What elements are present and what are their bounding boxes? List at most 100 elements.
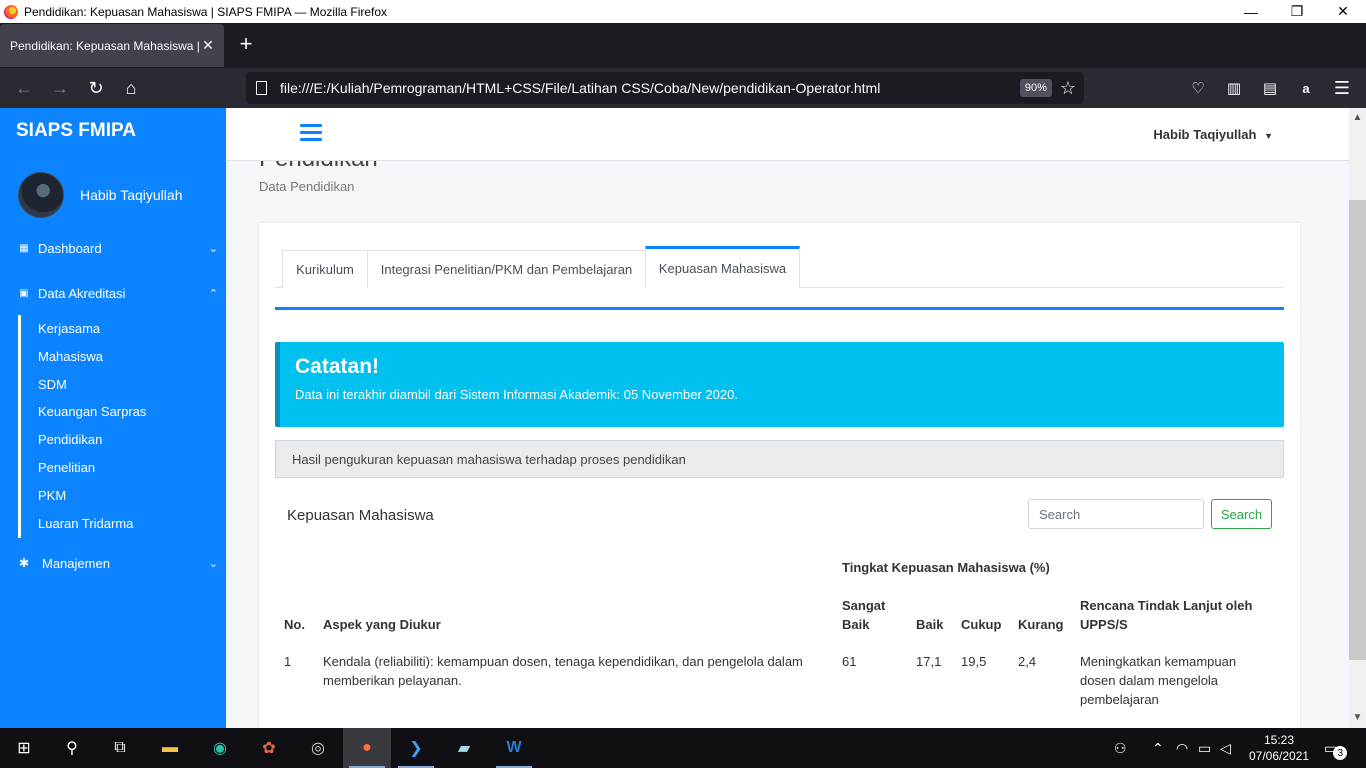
calendar-icon: ▣ bbox=[19, 287, 29, 299]
scroll-up-arrow-icon[interactable]: ▲ bbox=[1349, 112, 1366, 123]
column-header-no: No. bbox=[284, 617, 305, 632]
url-bar[interactable]: file:///E:/Kuliah/Pemrograman/HTML+CSS/F… bbox=[246, 72, 1084, 104]
sidebar-user-name[interactable]: Habib Taqiyullah bbox=[80, 187, 182, 203]
browser-tab-strip: Pendidikan: Kepuasan Mahasiswa | SIAPS F… bbox=[0, 23, 1366, 68]
table-cell-sangat-baik: 61 bbox=[842, 654, 857, 669]
chevron-up-icon: ⌃ bbox=[208, 287, 218, 300]
column-header-baik: Baik bbox=[916, 617, 944, 632]
page-scrollbar[interactable]: ▲ ▼ bbox=[1349, 108, 1366, 728]
firefox-taskbar-icon[interactable]: ● bbox=[355, 736, 379, 760]
url-text[interactable]: file:///E:/Kuliah/Pemrograman/HTML+CSS/F… bbox=[280, 80, 1020, 96]
table-title: Kepuasan Mahasiswa bbox=[287, 507, 434, 524]
tab-kurikulum[interactable]: Kurikulum bbox=[282, 250, 368, 288]
web-page: SIAPS FMIPA Habib Taqiyullah ▦ Dashboard… bbox=[0, 108, 1349, 728]
sidebar-item-sdm[interactable]: SDM bbox=[38, 377, 67, 392]
user-dropdown-label: Habib Taqiyullah bbox=[1153, 127, 1257, 142]
table-cell-aspek-line2: memberikan pelayanan. bbox=[323, 673, 462, 688]
reload-icon[interactable]: ↻ bbox=[82, 74, 110, 102]
browser-tab-title: Pendidikan: Kepuasan Mahasiswa | SIAPS F… bbox=[10, 38, 200, 53]
sidebar-item-keuangan-sarpras[interactable]: Keuangan Sarpras bbox=[38, 404, 146, 419]
top-navbar: Habib Taqiyullah ▼ bbox=[226, 108, 1349, 161]
vscode-icon[interactable]: ❯ bbox=[404, 736, 428, 760]
minimize-button[interactable]: — bbox=[1228, 0, 1274, 23]
search-button[interactable]: Search bbox=[1211, 499, 1272, 529]
library-icon[interactable]: ▥ bbox=[1220, 74, 1248, 102]
sidebar-item-label: Dashboard bbox=[38, 240, 102, 256]
volume-icon[interactable]: ◁ bbox=[1220, 728, 1231, 768]
home-icon[interactable]: ⌂ bbox=[117, 74, 145, 102]
info-callout: Catatan! Data ini terakhir diambil dari … bbox=[275, 342, 1284, 427]
zoom-level-badge[interactable]: 90% bbox=[1019, 79, 1052, 97]
gear-icon: ✱ bbox=[18, 556, 30, 570]
table-cell-rencana-line3: pembelajaran bbox=[1080, 692, 1159, 707]
column-header-sangat-baik-line2: Baik bbox=[842, 617, 870, 632]
forward-arrow-icon[interactable]: → bbox=[46, 74, 74, 102]
main-content: Pendidikan Data Pendidikan Kurikulum Int… bbox=[226, 145, 1349, 728]
sidebar-item-mahasiswa[interactable]: Mahasiswa bbox=[38, 349, 103, 364]
user-dropdown[interactable]: Habib Taqiyullah ▼ bbox=[1153, 127, 1273, 142]
scroll-down-arrow-icon[interactable]: ▼ bbox=[1349, 712, 1366, 723]
windows-start-icon[interactable]: ⊞ bbox=[12, 736, 36, 760]
table-cell-no: 1 bbox=[284, 654, 292, 669]
word-icon[interactable]: W bbox=[502, 736, 526, 760]
hamburger-menu-icon[interactable] bbox=[300, 124, 322, 145]
sidebar-toggle-icon[interactable]: ▤ bbox=[1256, 74, 1284, 102]
sidebar-item-manajemen[interactable]: ✱ Manajemen ⌄ bbox=[18, 553, 218, 573]
notification-count: 3 bbox=[1333, 746, 1348, 760]
sidebar: SIAPS FMIPA Habib Taqiyullah ▦ Dashboard… bbox=[0, 108, 226, 728]
sidebar-item-dashboard[interactable]: ▦ Dashboard ⌄ bbox=[18, 238, 218, 258]
chevron-up-icon[interactable]: ⌃ bbox=[1152, 728, 1164, 768]
page-subtitle: Data Pendidikan bbox=[259, 179, 355, 194]
browser-tab[interactable]: Pendidikan: Kepuasan Mahasiswa | SIAPS F… bbox=[0, 24, 224, 67]
clock-time: 15:23 bbox=[1263, 733, 1295, 747]
tab-integrasi-penelitian[interactable]: Integrasi Penelitian/PKM dan Pembelajara… bbox=[367, 250, 646, 288]
file-icon bbox=[256, 81, 267, 95]
brand-logo[interactable]: SIAPS FMIPA bbox=[16, 120, 136, 142]
scrollbar-thumb[interactable] bbox=[1349, 200, 1366, 660]
sidebar-item-label: Manajemen bbox=[42, 555, 110, 571]
restore-button[interactable]: ❐ bbox=[1274, 0, 1320, 23]
file-explorer-icon[interactable]: ▬ bbox=[158, 736, 182, 760]
tab-kepuasan-mahasiswa[interactable]: Kepuasan Mahasiswa bbox=[645, 246, 800, 289]
sidebar-item-kerjasama[interactable]: Kerjasama bbox=[38, 321, 100, 336]
notepad-icon[interactable]: ▰ bbox=[452, 736, 476, 760]
avatar bbox=[18, 172, 64, 218]
window-titlebar: Pendidikan: Kepuasan Mahasiswa | SIAPS F… bbox=[0, 0, 1366, 23]
people-icon[interactable]: ⚇ bbox=[1114, 728, 1127, 768]
bookmark-star-icon[interactable]: ☆ bbox=[1060, 78, 1076, 99]
sidebar-item-luaran-tridarma[interactable]: Luaran Tridarma bbox=[38, 516, 133, 531]
new-tab-button[interactable]: + bbox=[234, 33, 258, 57]
search-icon[interactable]: ⚲ bbox=[60, 736, 84, 760]
sidebar-item-penelitian[interactable]: Penelitian bbox=[38, 460, 95, 475]
windows-taskbar: ⊞ ⚲ ⧉ ▬ ◉ ✿ ◎ ● ❯ ▰ W ⚇ ⌃ ◠ ▭ ◁ 15:23 07… bbox=[0, 728, 1366, 768]
paint-app-icon[interactable]: ✿ bbox=[257, 736, 281, 760]
pocket-icon[interactable]: ♡ bbox=[1184, 74, 1212, 102]
edge-browser-icon[interactable]: ◉ bbox=[208, 736, 232, 760]
sidebar-item-pkm[interactable]: PKM bbox=[38, 488, 66, 503]
back-arrow-icon[interactable]: ← bbox=[10, 74, 38, 102]
notification-center[interactable]: ▭ 3 bbox=[1324, 728, 1348, 768]
divider bbox=[275, 307, 1284, 310]
column-header-rencana-line2: UPPS/S bbox=[1080, 617, 1128, 632]
column-header-sangat-baik-line1: Sangat bbox=[842, 598, 886, 613]
close-window-button[interactable]: ✕ bbox=[1320, 0, 1366, 23]
callout-title: Catatan! bbox=[295, 355, 380, 378]
firefox-logo-icon bbox=[4, 4, 18, 19]
caret-down-icon: ▼ bbox=[1264, 131, 1273, 141]
battery-icon[interactable]: ▭ bbox=[1198, 728, 1211, 768]
sidebar-item-pendidikan[interactable]: Pendidikan bbox=[38, 432, 102, 447]
app-menu-icon[interactable]: ☰ bbox=[1328, 74, 1356, 102]
amazon-extension-icon[interactable]: a bbox=[1292, 74, 1320, 102]
close-tab-icon[interactable]: ✕ bbox=[200, 37, 216, 54]
chevron-down-icon: ⌄ bbox=[208, 557, 218, 570]
media-player-icon[interactable]: ◎ bbox=[306, 736, 330, 760]
grid-icon: ▦ bbox=[19, 242, 29, 254]
search-input[interactable]: Search bbox=[1028, 499, 1204, 529]
window-title: Pendidikan: Kepuasan Mahasiswa | SIAPS F… bbox=[24, 4, 388, 19]
system-clock[interactable]: 15:23 07/06/2021 bbox=[1249, 732, 1309, 764]
wifi-icon[interactable]: ◠ bbox=[1176, 728, 1188, 768]
sidebar-item-data-akreditasi[interactable]: ▣ Data Akreditasi ⌃ bbox=[18, 283, 218, 303]
table-caption-bar: Hasil pengukuran kepuasan mahasiswa terh… bbox=[275, 440, 1284, 478]
task-view-icon[interactable]: ⧉ bbox=[108, 736, 132, 760]
sidebar-user-panel[interactable]: Habib Taqiyullah bbox=[18, 172, 182, 218]
